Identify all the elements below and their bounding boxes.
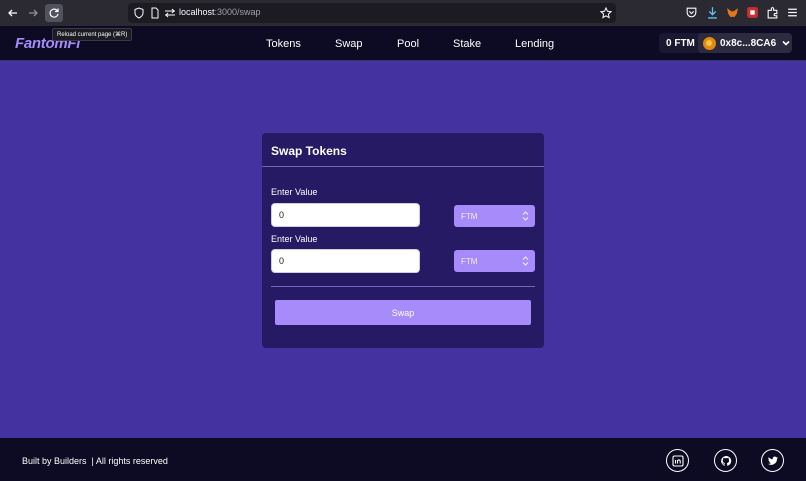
menu-icon[interactable] [786, 6, 799, 19]
shield-icon[interactable] [133, 7, 145, 19]
account-address: 0x8c...8CA6 [720, 37, 777, 49]
browser-toolbar: localhost:3000/swap [0, 0, 806, 26]
field-label-2: Enter Value [271, 234, 318, 244]
divider [271, 286, 535, 287]
updown-icon [522, 211, 529, 221]
wallet-balance: 0 FTM [659, 33, 702, 53]
github-button[interactable] [714, 449, 737, 472]
url-host: localhost [179, 7, 215, 17]
permissions-icon[interactable] [164, 7, 176, 19]
reload-icon [49, 8, 59, 18]
pocket-icon[interactable] [685, 6, 698, 19]
nav-pool[interactable]: Pool [397, 38, 419, 50]
url-path: :3000/swap [214, 7, 261, 17]
token-select-1[interactable]: FTM [454, 205, 535, 227]
footer-text: Built by Builders | All rights reserved [22, 456, 168, 466]
url-text: localhost:3000/swap [179, 7, 261, 17]
token-select-2-value: FTM [461, 256, 478, 266]
metamask-icon[interactable] [726, 6, 739, 19]
bookmark-star-icon[interactable] [600, 7, 612, 19]
github-icon [720, 455, 731, 466]
avatar [703, 36, 716, 50]
arrow-left-icon [8, 9, 17, 17]
reload-tooltip: Reload current page (⌘R) [52, 28, 133, 41]
address-bar[interactable]: localhost:3000/swap [128, 3, 616, 23]
arrow-right-icon [29, 9, 38, 17]
nav-swap[interactable]: Swap [335, 38, 363, 50]
updown-icon [522, 256, 529, 266]
twitter-icon [767, 456, 778, 465]
back-button[interactable] [4, 4, 22, 22]
nav-lending[interactable]: Lending [515, 38, 554, 50]
page-icon[interactable] [149, 7, 161, 19]
forward-button[interactable] [24, 4, 42, 22]
linkedin-icon [671, 454, 684, 467]
swap-button[interactable]: Swap [275, 300, 531, 325]
card-title: Swap Tokens [271, 144, 347, 158]
swap-card: Swap Tokens Enter Value FTM Enter Value … [262, 133, 544, 348]
footer: Built by Builders | All rights reserved [0, 438, 806, 481]
divider [262, 166, 544, 167]
field-label-1: Enter Value [271, 187, 318, 197]
extension-red-icon[interactable] [746, 6, 759, 19]
value-input-2[interactable] [271, 249, 420, 273]
token-select-2[interactable]: FTM [454, 250, 535, 272]
linkedin-button[interactable] [666, 449, 689, 472]
chevron-down-icon [782, 40, 790, 46]
value-input-1[interactable] [271, 203, 420, 227]
reload-button[interactable] [45, 4, 63, 22]
nav-tokens[interactable]: Tokens [266, 38, 301, 50]
download-icon[interactable] [706, 6, 719, 19]
twitter-button[interactable] [761, 449, 784, 472]
nav-stake[interactable]: Stake [453, 38, 481, 50]
extensions-puzzle-icon[interactable] [766, 6, 779, 19]
account-button[interactable]: 0x8c...8CA6 [698, 33, 792, 53]
token-select-1-value: FTM [461, 211, 478, 221]
